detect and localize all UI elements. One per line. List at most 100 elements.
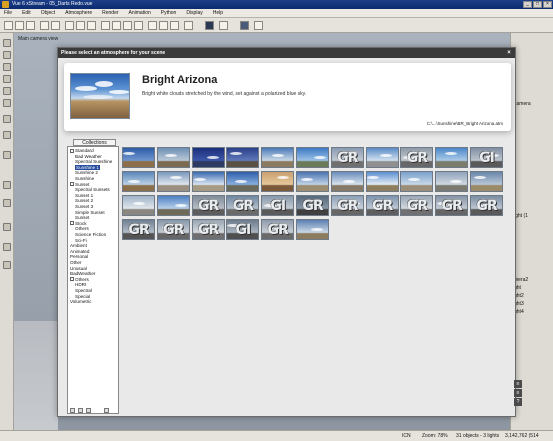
- close-window-button[interactable]: ×: [543, 1, 552, 8]
- paste-icon[interactable]: [87, 21, 96, 30]
- atmosphere-thumbnail[interactable]: [296, 219, 329, 240]
- rename-collection-icon[interactable]: [86, 408, 91, 413]
- undo-icon[interactable]: [40, 21, 49, 30]
- browser-item[interactable]: camera: [514, 101, 531, 107]
- atmosphere-thumbnail[interactable]: [365, 171, 399, 192]
- atmosphere-thumbnail[interactable]: GR: [296, 195, 329, 216]
- tree-item[interactable]: Spectral Sunshine: [75, 159, 112, 164]
- atmosphere-thumbnail[interactable]: [261, 171, 295, 192]
- collection-info-icon[interactable]: [104, 408, 109, 413]
- copy-icon[interactable]: [76, 21, 85, 30]
- atmosphere-thumbnail[interactable]: GR: [435, 195, 469, 216]
- tree-item[interactable]: Spectral: [75, 288, 92, 293]
- atmosphere-thumbnail[interactable]: [435, 171, 469, 192]
- menu-atmosphere[interactable]: Atmosphere: [65, 9, 92, 17]
- menu-python[interactable]: Python: [161, 9, 177, 17]
- tree-item[interactable]: - Sunset: [70, 182, 89, 187]
- tree-item[interactable]: BadWeather: [70, 271, 95, 276]
- atmosphere-thumbnail[interactable]: GR: [191, 195, 225, 216]
- atmosphere-thumbnail[interactable]: [122, 171, 155, 192]
- scale-icon[interactable]: [134, 21, 143, 30]
- metablob-tool-icon[interactable]: [3, 261, 11, 269]
- add-collection-icon[interactable]: [70, 408, 75, 413]
- atmosphere-thumbnail[interactable]: GR: [191, 219, 225, 240]
- frame-icon[interactable]: [184, 21, 193, 30]
- tree-item[interactable]: Volumetric: [70, 299, 91, 304]
- expand-toggle-icon[interactable]: -: [70, 182, 74, 187]
- atmosphere-thumbnail[interactable]: [435, 147, 469, 168]
- link-icon[interactable]: [148, 21, 157, 30]
- dialog-close-button[interactable]: ×: [505, 49, 513, 57]
- tree-item[interactable]: - Others: [70, 277, 89, 282]
- menu-object[interactable]: Object: [41, 9, 55, 17]
- atmosphere-thumbnail[interactable]: [191, 171, 225, 192]
- remove-collection-icon[interactable]: [78, 408, 83, 413]
- cylinder-tool-icon[interactable]: [3, 51, 11, 59]
- select-icon[interactable]: [101, 21, 110, 30]
- render-icon[interactable]: [205, 21, 214, 30]
- plant-tool-icon[interactable]: [3, 131, 11, 139]
- tree-item[interactable]: Special: [75, 294, 90, 299]
- expand-icon[interactable]: ≡: [514, 380, 522, 388]
- atmosphere-thumbnail[interactable]: [261, 147, 295, 168]
- menu-help[interactable]: Help: [213, 9, 223, 17]
- rock-tool-icon[interactable]: [3, 151, 11, 159]
- atmosphere-thumbnail[interactable]: [330, 171, 364, 192]
- atmosphere-thumbnail[interactable]: [156, 195, 190, 216]
- boolean-tool-icon[interactable]: [3, 223, 11, 231]
- browser-item[interactable]: mera2: [514, 277, 528, 283]
- tree-item[interactable]: Animated: [70, 249, 89, 254]
- redo-icon[interactable]: [51, 21, 60, 30]
- tree-item[interactable]: Spectral Sunsets: [75, 187, 110, 192]
- menu-render[interactable]: Render: [102, 9, 118, 17]
- tree-item[interactable]: Ambient: [70, 243, 87, 248]
- material-icon[interactable]: [170, 21, 179, 30]
- tree-item[interactable]: Sunshine: [75, 176, 94, 181]
- atmosphere-thumbnail[interactable]: GR: [365, 195, 399, 216]
- atmosphere-thumbnail[interactable]: GR: [330, 147, 364, 168]
- torus-tool-icon[interactable]: [3, 99, 11, 107]
- atmosphere-thumbnail[interactable]: [470, 171, 503, 192]
- atmosphere-thumbnail[interactable]: GI: [470, 147, 503, 168]
- collapse-icon[interactable]: ≡: [514, 389, 522, 397]
- camera-tool-icon[interactable]: [3, 199, 11, 207]
- tree-item[interactable]: Sunset 1: [75, 193, 93, 198]
- expand-toggle-icon[interactable]: -: [70, 221, 74, 226]
- new-scene-icon[interactable]: [4, 21, 13, 30]
- atmosphere-thumbnail[interactable]: [296, 171, 329, 192]
- atmosphere-editor-icon[interactable]: [240, 21, 249, 30]
- atmosphere-thumbnail[interactable]: [226, 171, 260, 192]
- tree-item[interactable]: Science Fiction: [75, 232, 106, 237]
- atmosphere-thumbnail[interactable]: [156, 147, 190, 168]
- atmosphere-thumbnail[interactable]: [122, 195, 155, 216]
- atmosphere-thumbnail[interactable]: [191, 147, 225, 168]
- atmosphere-thumbnail[interactable]: GR: [330, 195, 364, 216]
- menu-edit[interactable]: Edit: [22, 9, 31, 17]
- atmosphere-thumbnail[interactable]: GI: [261, 195, 295, 216]
- atmosphere-thumbnail[interactable]: GR: [226, 195, 260, 216]
- atmosphere-thumbnail[interactable]: GR: [400, 147, 434, 168]
- tree-item[interactable]: Others: [75, 226, 89, 231]
- expand-toggle-icon[interactable]: -: [70, 277, 74, 282]
- atmosphere-thumbnail[interactable]: GR: [156, 219, 190, 240]
- cube-tool-icon[interactable]: [3, 63, 11, 71]
- cut-icon[interactable]: [65, 21, 74, 30]
- collections-tree[interactable]: - Standard Bad Weather Spectral Sunshine Sun…: [67, 146, 119, 414]
- atmosphere-thumbnail[interactable]: [156, 171, 190, 192]
- atmosphere-thumbnail[interactable]: GR: [122, 219, 155, 240]
- tree-item[interactable]: Simple Sunset: [75, 210, 105, 215]
- tab-collections[interactable]: Collections: [73, 139, 116, 146]
- atmosphere-thumbnail[interactable]: GR: [470, 195, 503, 216]
- tree-item[interactable]: Sci-Fi: [75, 238, 87, 243]
- minimize-button[interactable]: _: [523, 1, 532, 8]
- rotate-icon[interactable]: [123, 21, 132, 30]
- terrain-tool-icon[interactable]: [3, 115, 11, 123]
- tree-item[interactable]: HDRI: [75, 282, 86, 287]
- save-scene-icon[interactable]: [26, 21, 35, 30]
- menu-file[interactable]: File: [4, 9, 12, 17]
- maximize-button[interactable]: □: [533, 1, 542, 8]
- open-scene-icon[interactable]: [15, 21, 24, 30]
- atmosphere-thumbnail[interactable]: GR: [400, 195, 434, 216]
- atmosphere-thumbnail[interactable]: [296, 147, 329, 168]
- tree-item[interactable]: Sunshine 2: [75, 170, 98, 175]
